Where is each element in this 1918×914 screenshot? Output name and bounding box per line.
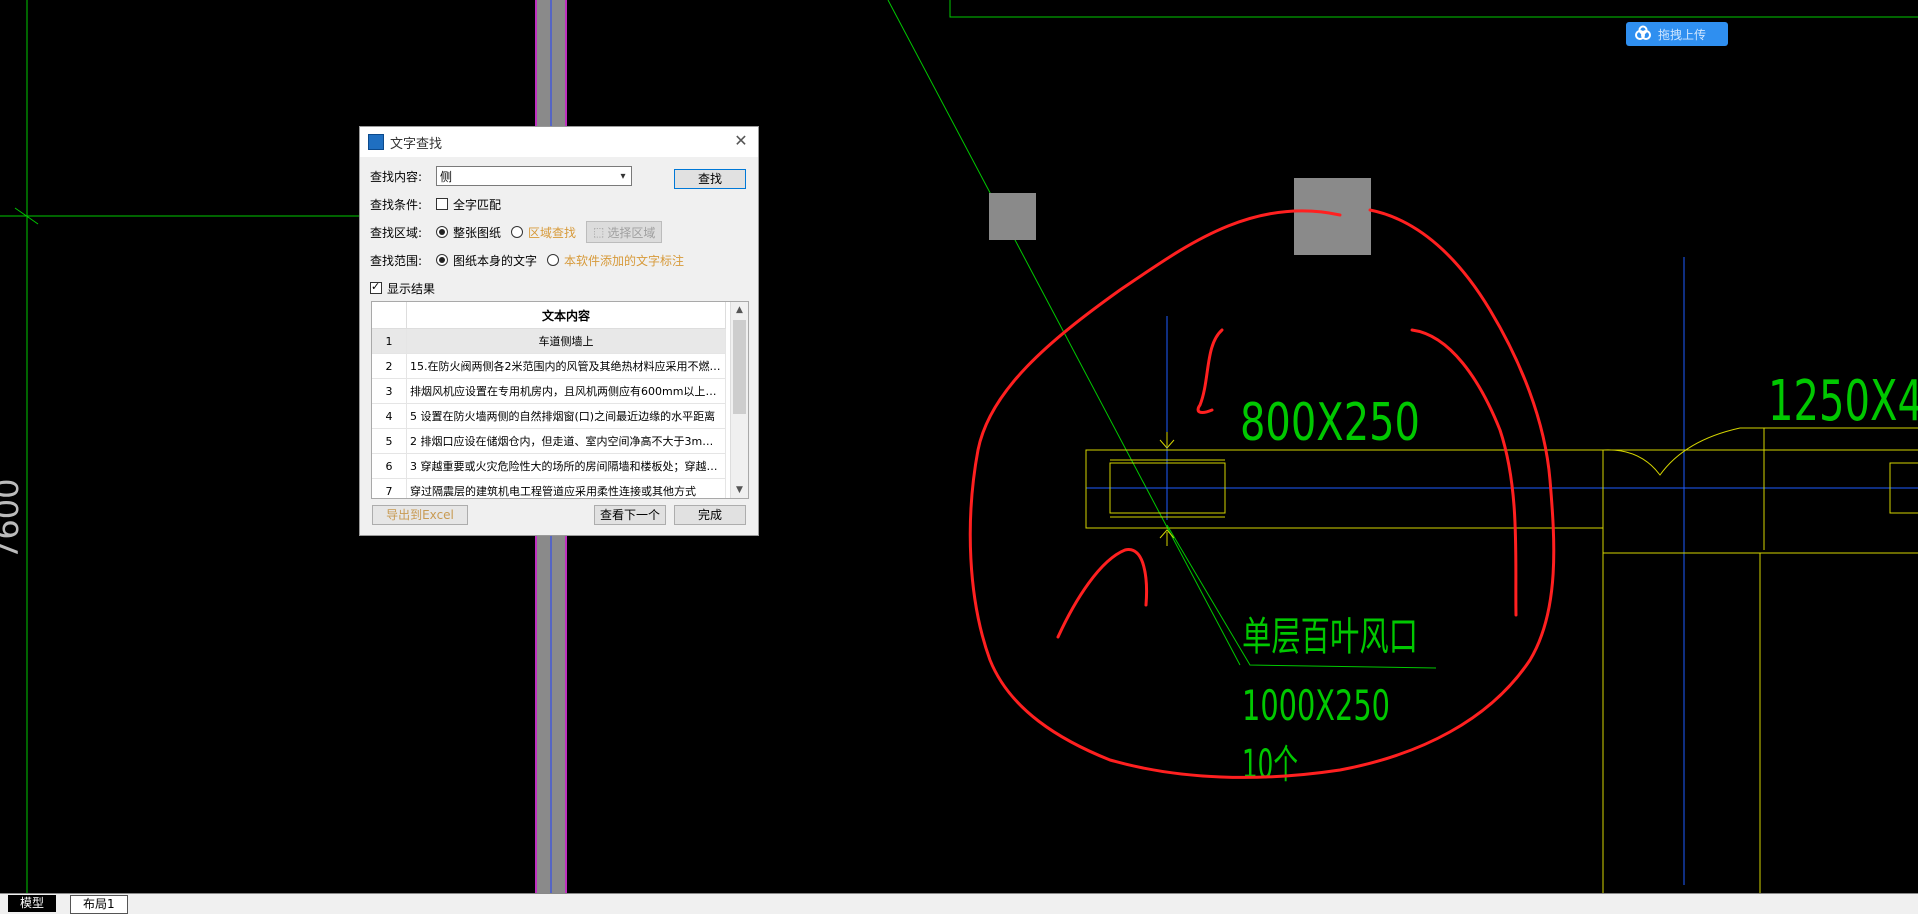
dimension-text: 7600 xyxy=(0,479,26,560)
tab-model[interactable]: 模型 xyxy=(8,895,57,912)
app-icon xyxy=(368,134,384,150)
drag-upload-button[interactable]: 拖拽上传 xyxy=(1626,22,1728,46)
chevron-down-icon[interactable]: ▾ xyxy=(615,171,631,182)
radio-button[interactable] xyxy=(511,226,524,238)
area-option-region[interactable]: 区域查找 xyxy=(511,224,576,241)
row-text: 穿过隔震层的建筑机电工程管道应采用柔性连接或其他方式 xyxy=(406,478,726,498)
row-text: 2 排烟口应设在储烟仓内，但走道、室内空间净高不大于3m的区域 xyxy=(406,428,726,454)
layout-tab-bar: 模型 布局1 xyxy=(0,893,1918,914)
checkbox-box[interactable] xyxy=(436,198,448,210)
row-number: 6 xyxy=(372,453,407,479)
row-text: 5 设置在防火墙两侧的自然排烟窗(口)之间最近边缘的水平距离 xyxy=(406,403,726,429)
vent-size-label: 1000X250 xyxy=(1242,681,1390,730)
find-input[interactable]: 侧 ▾ xyxy=(436,166,632,186)
scope-option-annotations[interactable]: 本软件添加的文字标注 xyxy=(547,252,684,269)
area-row: 查找区域: 整张图纸 区域查找 ⬚ 选择区域 xyxy=(370,221,663,243)
table-header-row: 文本内容 xyxy=(372,302,726,329)
radio-button[interactable] xyxy=(436,254,448,266)
checkbox-box[interactable] xyxy=(370,280,382,294)
scroll-up-icon[interactable]: ▲ xyxy=(731,302,748,318)
whole-word-checkbox[interactable]: 全字匹配 xyxy=(436,196,501,213)
num-column-header xyxy=(372,302,407,329)
select-area-icon: ⬚ xyxy=(593,225,605,239)
select-area-label: 选择区域 xyxy=(607,225,656,240)
table-row[interactable]: 7 穿过隔震层的建筑机电工程管道应采用柔性连接或其他方式 xyxy=(372,478,726,498)
scope-row: 查找范围: 图纸本身的文字 本软件添加的文字标注 xyxy=(370,249,694,271)
row-text: 排烟风机应设置在专用机房内，且风机两侧应有600mm以上的空间 xyxy=(406,378,726,404)
table-row[interactable]: 2 15.在防火阀两侧各2米范围内的风管及其绝热材料应采用不燃材料 xyxy=(372,353,726,379)
scroll-thumb[interactable] xyxy=(733,320,746,414)
table-row[interactable]: 1 车道侧墙上 xyxy=(372,328,726,354)
find-label: 查找内容: xyxy=(370,169,423,184)
close-icon[interactable]: ✕ xyxy=(732,132,750,150)
done-button[interactable]: 完成 xyxy=(674,505,746,525)
condition-row: 查找条件: 全字匹配 xyxy=(370,193,511,215)
row-number: 1 xyxy=(372,328,407,354)
condition-label: 查找条件: xyxy=(370,197,423,212)
row-text: 车道侧墙上 xyxy=(406,328,726,354)
scope-option-drawing[interactable]: 图纸本身的文字 xyxy=(436,252,537,269)
scope-option-annotations-label: 本软件添加的文字标注 xyxy=(564,253,685,268)
drag-upload-label: 拖拽上传 xyxy=(1658,27,1707,42)
row-number: 4 xyxy=(372,403,407,429)
cad-drawing-canvas[interactable]: 7600 800X250 1250X4 单层百叶风口 1000X250 10个 xyxy=(0,0,1918,893)
export-excel-button[interactable]: 导出到Excel xyxy=(372,505,468,525)
scope-label: 查找范围: xyxy=(370,253,423,268)
results-scrollbar[interactable]: ▲ ▼ xyxy=(730,302,748,498)
table-row[interactable]: 6 3 穿越重要或火灾危险性大的场所的房间隔墙和楼板处；穿越防火分区处 xyxy=(372,453,726,479)
dialog-titlebar[interactable]: 文字查找 ✕ xyxy=(360,127,758,157)
table-row[interactable]: 4 5 设置在防火墙两侧的自然排烟窗(口)之间最近边缘的水平距离 xyxy=(372,403,726,429)
row-number: 5 xyxy=(372,428,407,454)
table-row[interactable]: 3 排烟风机应设置在专用机房内，且风机两侧应有600mm以上的空间 xyxy=(372,378,726,404)
table-row[interactable]: 5 2 排烟口应设在储烟仓内，但走道、室内空间净高不大于3m的区域 xyxy=(372,428,726,454)
text-column-header: 文本内容 xyxy=(406,302,726,329)
select-area-button[interactable]: ⬚ 选择区域 xyxy=(586,221,663,243)
find-row: 查找内容: 侧 ▾ xyxy=(370,165,632,187)
row-text: 15.在防火阀两侧各2米范围内的风管及其绝热材料应采用不燃材料 xyxy=(406,353,726,379)
area-label: 查找区域: xyxy=(370,225,423,240)
row-text: 3 穿越重要或火灾危险性大的场所的房间隔墙和楼板处；穿越防火分区处 xyxy=(406,453,726,479)
vent-count-label: 10个 xyxy=(1242,742,1298,788)
text-search-dialog: 文字查找 ✕ 查找内容: 侧 ▾ 查找 查找条件: 全字匹配 查找区域: 整张图… xyxy=(359,126,759,536)
results-table: 文本内容 1 车道侧墙上 2 15.在防火阀两侧各2米范围内的风管及其绝热材料应… xyxy=(371,301,749,499)
row-number: 7 xyxy=(372,478,407,498)
scope-option-drawing-label: 图纸本身的文字 xyxy=(453,253,538,268)
show-results-checkbox[interactable]: 显示结果 xyxy=(370,280,435,297)
next-result-button[interactable]: 查看下一个 xyxy=(594,505,666,525)
row-number: 2 xyxy=(372,353,407,379)
row-number: 3 xyxy=(372,378,407,404)
tab-layout1[interactable]: 布局1 xyxy=(70,895,128,914)
duct-size-label: 800X250 xyxy=(1240,393,1420,453)
radio-button[interactable] xyxy=(547,254,560,266)
scroll-down-icon[interactable]: ▼ xyxy=(731,482,748,498)
area-option-region-label: 区域查找 xyxy=(528,225,577,240)
dialog-title: 文字查找 xyxy=(390,136,443,152)
cloud-upload-icon xyxy=(1635,25,1651,40)
duct-size-label-2: 1250X4 xyxy=(1768,369,1918,434)
whole-word-label: 全字匹配 xyxy=(453,197,502,212)
find-input-value: 侧 xyxy=(440,169,453,184)
vent-type-label: 单层百叶风口 xyxy=(1242,614,1418,660)
radio-button[interactable] xyxy=(436,226,448,238)
show-results-row: 显示结果 xyxy=(370,277,445,299)
show-results-label: 显示结果 xyxy=(387,281,436,296)
area-option-whole[interactable]: 整张图纸 xyxy=(436,224,501,241)
area-option-whole-label: 整张图纸 xyxy=(453,225,502,240)
find-button[interactable]: 查找 xyxy=(674,169,746,189)
